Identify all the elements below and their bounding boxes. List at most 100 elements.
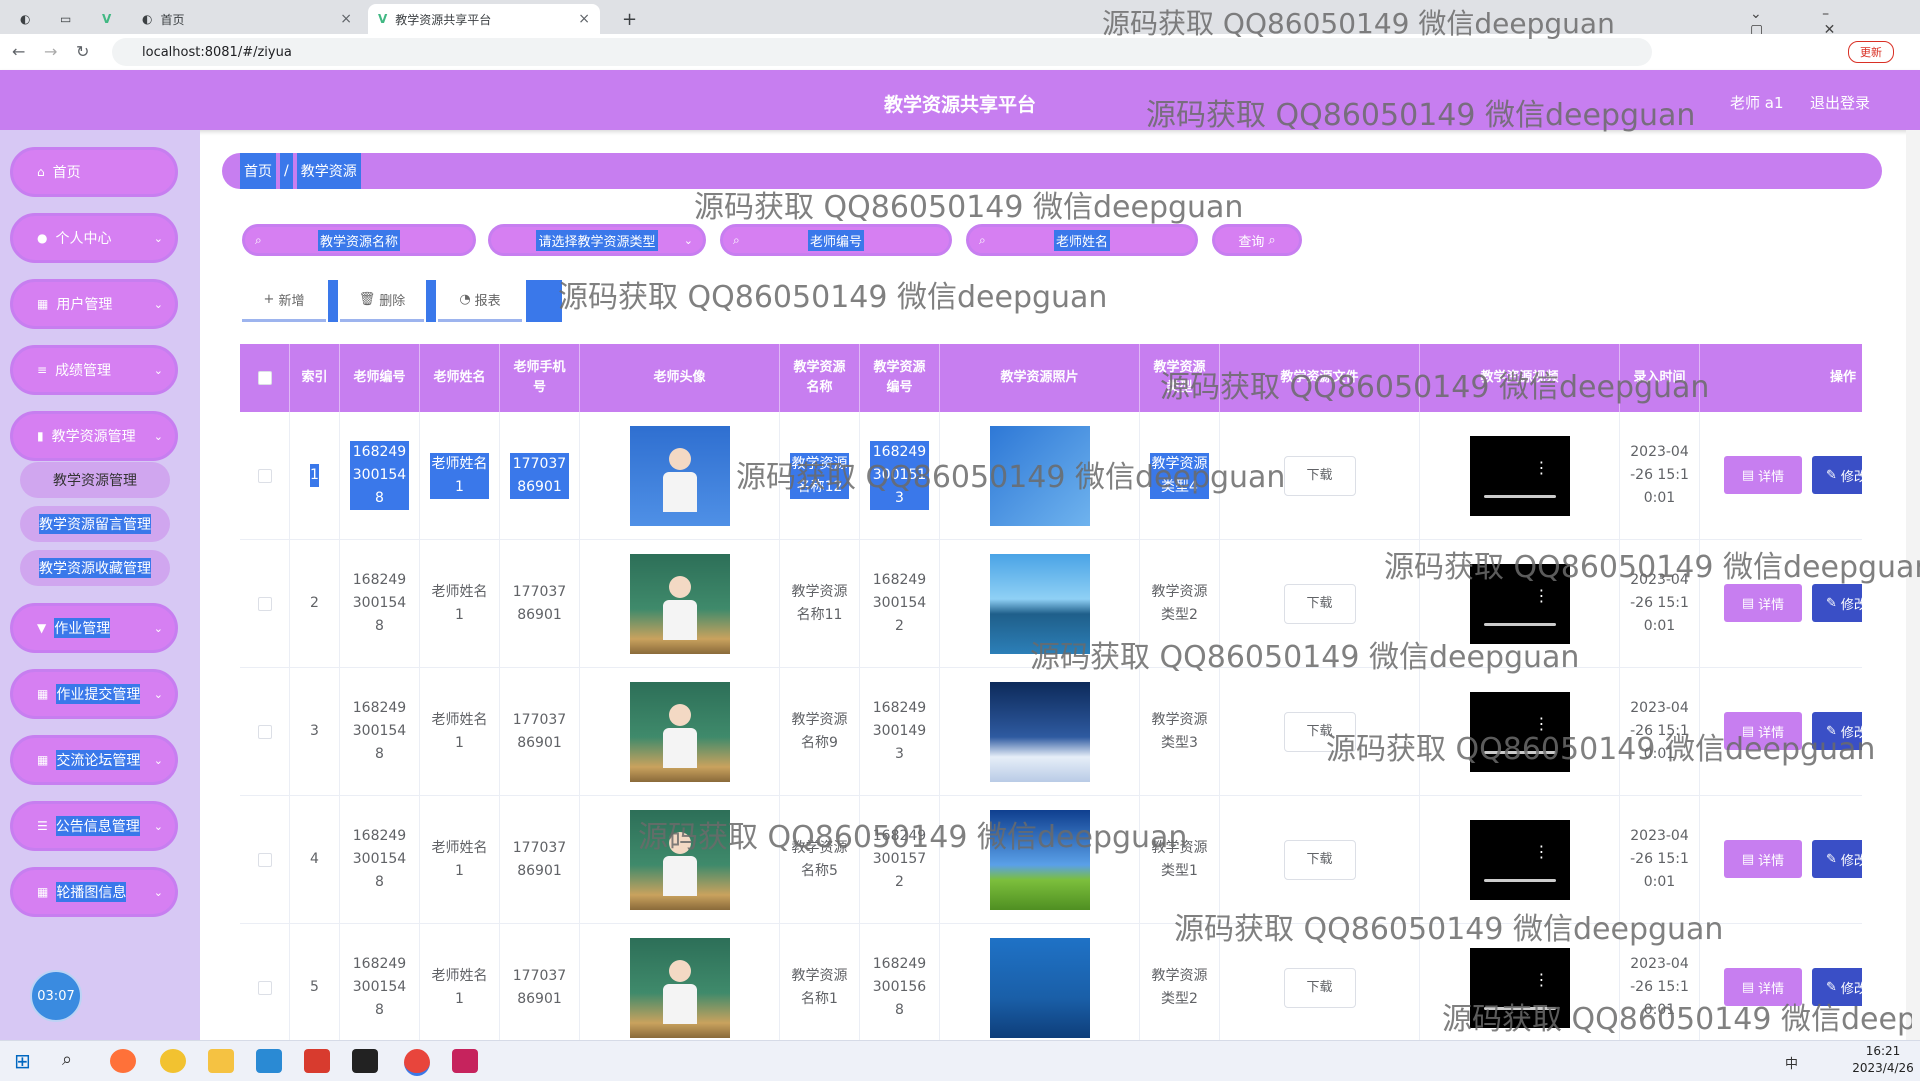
search-icon[interactable]: ⌕ [62, 1049, 72, 1070]
teacher-avatar-image[interactable] [629, 809, 730, 910]
teacher-avatar-image[interactable] [629, 425, 730, 526]
sidebar-item-8[interactable]: ▦ 交流论坛管理 ⌄ [10, 735, 178, 785]
video-player[interactable]: ⋮ [1469, 947, 1570, 1028]
folder-icon[interactable] [208, 1049, 234, 1073]
sidebar-item-2[interactable]: ● 个人中心 ⌄ [10, 213, 178, 263]
video-progress-bar[interactable] [1483, 878, 1556, 882]
video-player[interactable]: ⋮ [1469, 563, 1570, 644]
terminal-icon[interactable] [352, 1049, 378, 1073]
teacher-name-input[interactable]: ⌕ 老师姓名 [966, 224, 1198, 256]
detail-button[interactable]: ▤ 详情 [1724, 968, 1802, 1006]
video-progress-bar[interactable] [1483, 494, 1556, 498]
select-all-checkbox[interactable] [257, 371, 272, 385]
select-all-checkbox-cell[interactable] [240, 344, 290, 412]
sidebar-item-5[interactable]: ▮ 教学资源管理 ⌄ [10, 411, 178, 461]
video-player[interactable]: ⋮ [1469, 691, 1570, 772]
detail-button[interactable]: ▤ 详情 [1724, 584, 1802, 622]
teacher-avatar-image[interactable] [629, 553, 730, 654]
sidebar-item-7[interactable]: ▦ 作业提交管理 ⌄ [10, 669, 178, 719]
download-button[interactable]: 下载 [1283, 583, 1356, 624]
query-button[interactable]: 查询 ⌕ [1212, 224, 1302, 256]
submenu-resource-comments[interactable]: 教学资源留言管理 [20, 506, 170, 542]
resource-photo-image[interactable] [989, 425, 1090, 526]
video-progress-bar[interactable] [1483, 750, 1556, 754]
more-vertical-icon[interactable]: ⋮ [1534, 584, 1550, 607]
update-button[interactable]: 更新 [1848, 41, 1894, 63]
resource-photo-image[interactable] [989, 937, 1090, 1038]
table-row[interactable]: 5 1682493001548 老师姓名1 17703786901 教学资源名称1 168… [240, 924, 1862, 1052]
teacher-avatar-image[interactable] [629, 937, 730, 1038]
app-icon[interactable] [160, 1049, 186, 1073]
row-checkbox[interactable] [257, 596, 272, 611]
submenu-resource-manage[interactable]: 教学资源管理 [20, 462, 170, 498]
edit-button[interactable]: ✎ 修改 [1812, 968, 1862, 1006]
resource-name-input[interactable]: ⌕ 教学资源名称 [242, 224, 476, 256]
resource-photo-image[interactable] [989, 553, 1090, 654]
row-checkbox[interactable] [257, 980, 272, 995]
table-row[interactable]: 3 1682493001548 老师姓名1 17703786901 教学资源名称9 168… [240, 668, 1862, 796]
close-icon[interactable]: × [340, 11, 352, 27]
sidebar-item-9[interactable]: ☰ 公告信息管理 ⌄ [10, 801, 178, 851]
edit-button[interactable]: ✎ 修改 [1812, 584, 1862, 622]
logout-link[interactable]: 退出登录 [1810, 92, 1870, 113]
video-progress-bar[interactable] [1483, 1006, 1556, 1010]
sidebar-item-4[interactable]: ≡ 成绩管理 ⌄ [10, 345, 178, 395]
delete-button[interactable]: 🗑 删除 [340, 280, 424, 322]
download-button[interactable]: 下载 [1283, 711, 1356, 752]
download-button[interactable]: 下载 [1283, 839, 1356, 880]
add-button[interactable]: + 新增 [242, 280, 326, 322]
resource-type-select[interactable]: 请选择教学资源类型 ⌄ [488, 224, 706, 256]
table-row[interactable]: 2 1682493001548 老师姓名1 17703786901 教学资源名称11 16… [240, 540, 1862, 668]
resource-photo-image[interactable] [989, 681, 1090, 782]
new-tab-button[interactable]: + [612, 4, 642, 34]
url-field[interactable]: localhost:8081/#/ziyua [112, 38, 1652, 66]
sidebar-item-6[interactable]: ▼ 作业管理 ⌄ [10, 603, 178, 653]
download-button[interactable]: 下载 [1283, 455, 1356, 496]
detail-button[interactable]: ▤ 详情 [1724, 456, 1802, 494]
close-icon[interactable]: × [578, 11, 590, 27]
video-progress-bar[interactable] [1483, 622, 1556, 626]
forward-icon[interactable]: → [44, 42, 57, 61]
vscode-icon[interactable] [256, 1049, 282, 1073]
more-vertical-icon[interactable]: ⋮ [1534, 968, 1550, 991]
table-row[interactable]: 1 1682493001548 老师姓名1 17703786901 教学资源名称12 16… [240, 412, 1862, 540]
ime-indicator[interactable]: 中 [1785, 1053, 1798, 1072]
reload-icon[interactable]: ↻ [76, 42, 89, 61]
sidebar-item-1[interactable]: ⌂ 首页 [10, 147, 178, 197]
edit-button[interactable]: ✎ 修改 [1812, 456, 1862, 494]
video-player[interactable]: ⋮ [1469, 435, 1570, 516]
row-checkbox[interactable] [257, 852, 272, 867]
wps-icon[interactable] [304, 1049, 330, 1073]
chrome-icon[interactable] [404, 1049, 430, 1076]
more-vertical-icon[interactable]: ⋮ [1534, 840, 1550, 863]
more-vertical-icon[interactable]: ⋮ [1534, 456, 1550, 479]
download-button[interactable]: 下载 [1283, 967, 1356, 1008]
table-row[interactable]: 4 1682493001548 老师姓名1 17703786901 教学资源名称5 168… [240, 796, 1862, 924]
teacher-avatar-image[interactable] [629, 681, 730, 782]
resource-photo-image[interactable] [989, 809, 1090, 910]
system-clock[interactable]: 16:21 2023/4/26 [1848, 1043, 1918, 1077]
teacher-id-input[interactable]: ⌕ 老师编号 [720, 224, 952, 256]
tab-icon-2[interactable]: ▭ [50, 4, 90, 34]
detail-button[interactable]: ▤ 详情 [1724, 840, 1802, 878]
tab-platform[interactable]: V 教学资源共享平台 × [368, 4, 600, 34]
tab-icon-1[interactable]: ◐ [10, 4, 50, 34]
idea-icon[interactable] [452, 1049, 478, 1073]
sidebar-item-10[interactable]: ▦ 轮播图信息 ⌄ [10, 867, 178, 917]
more-vertical-icon[interactable]: ⋮ [1534, 712, 1550, 735]
row-checkbox[interactable] [257, 724, 272, 739]
tab-home[interactable]: ◐ 首页 × [132, 4, 362, 34]
row-checkbox[interactable] [257, 468, 272, 483]
windows-start-icon[interactable]: ⊞ [14, 1049, 31, 1073]
back-icon[interactable]: ← [12, 42, 25, 61]
report-button[interactable]: ◔ 报表 [438, 280, 522, 322]
edit-button[interactable]: ✎ 修改 [1812, 840, 1862, 878]
breadcrumb-home[interactable]: 首页 [240, 153, 276, 189]
scrollbar[interactable] [1906, 130, 1920, 1040]
sidebar-item-3[interactable]: ▦ 用户管理 ⌄ [10, 279, 178, 329]
video-player[interactable]: ⋮ [1469, 819, 1570, 900]
edit-button[interactable]: ✎ 修改 [1812, 712, 1862, 750]
firefox-icon[interactable] [110, 1049, 136, 1073]
tab-icon-3[interactable]: V [92, 4, 132, 34]
detail-button[interactable]: ▤ 详情 [1724, 712, 1802, 750]
